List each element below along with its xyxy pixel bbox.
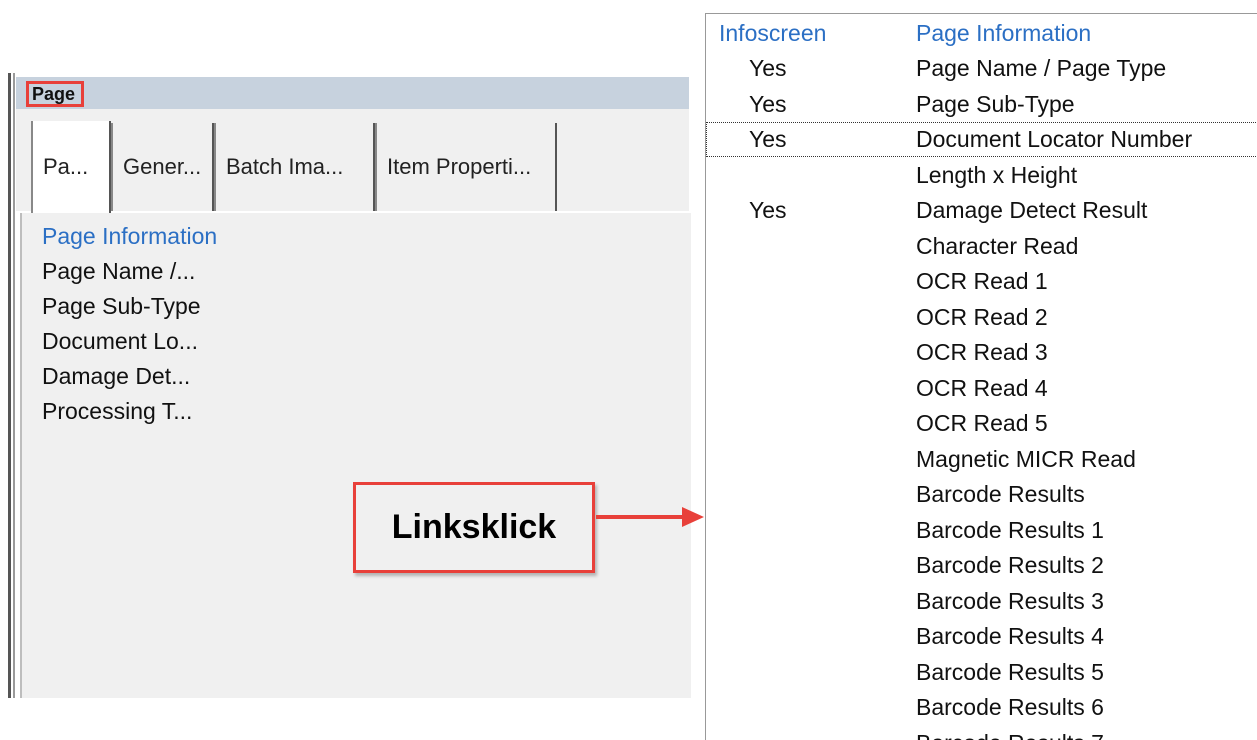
- panel-border-inner: [13, 73, 15, 698]
- dropdown-row[interactable]: OCR Read 2: [706, 300, 1257, 335]
- page-info-field-name: Barcode Results 1: [916, 516, 1104, 543]
- dropdown-row[interactable]: Barcode Results 2: [706, 548, 1257, 583]
- page-info-field-name: Length x Height: [916, 161, 1078, 188]
- page-info-field-name: OCR Read 2: [916, 303, 1048, 330]
- dropdown-row[interactable]: OCR Read 1: [706, 264, 1257, 299]
- page-info-field-name: Barcode Results 6: [916, 694, 1104, 720]
- page-info-field-name: Page Name / Page Type: [916, 55, 1167, 81]
- page-info-field-name: Barcode Results 7: [916, 726, 1104, 740]
- page-info-field-name: OCR Read 1: [916, 268, 1048, 294]
- arrow-right-icon: [596, 507, 704, 527]
- tab-batch-image[interactable]: Batch Ima...: [214, 123, 375, 211]
- dropdown-row[interactable]: Barcode Results 3: [706, 584, 1257, 619]
- page-info-field-name: Document Locator Number: [916, 126, 1193, 152]
- dropdown-row[interactable]: Yes Damage Detect Result: [706, 193, 1257, 228]
- dropdown-row[interactable]: Character Read: [706, 229, 1257, 264]
- list-item[interactable]: Page Name /...: [42, 254, 217, 289]
- page-information-header[interactable]: Page Information: [42, 219, 217, 254]
- dropdown-row[interactable]: OCR Read 4: [706, 371, 1257, 406]
- page-info-field-name: Barcode Results 4: [916, 623, 1104, 649]
- dropdown-row[interactable]: Barcode Results 4: [706, 619, 1257, 654]
- page-information-dropdown[interactable]: Infoscreen Page Information Yes Page Name…: [705, 13, 1257, 740]
- tab-page[interactable]: Pa...: [31, 121, 111, 213]
- page-info-field-name: Barcode Results 3: [916, 587, 1104, 614]
- page-info-field-name: Magnetic MICR Read: [916, 445, 1136, 472]
- dropdown-row[interactable]: Length x Height: [706, 158, 1257, 193]
- infoscreen-flag: Yes: [749, 126, 787, 152]
- dropdown-row[interactable]: Magnetic MICR Read: [706, 442, 1257, 477]
- dropdown-row[interactable]: Barcode Results 6: [706, 690, 1257, 725]
- page-info-field-name: Barcode Results 2: [916, 552, 1104, 578]
- panel-border: [8, 73, 11, 698]
- page-info-field-name: OCR Read 5: [916, 410, 1048, 436]
- dropdown-row[interactable]: Yes Document Locator Number: [706, 122, 1257, 157]
- dropdown-row[interactable]: OCR Read 3: [706, 335, 1257, 370]
- list-item[interactable]: Page Sub-Type: [42, 289, 217, 324]
- dropdown-row[interactable]: Barcode Results 1: [706, 513, 1257, 548]
- dropdown-row[interactable]: Yes Page Sub-Type: [706, 87, 1257, 122]
- list-item[interactable]: Processing T...: [42, 394, 217, 429]
- page-info-field-name: Damage Detect Result: [916, 197, 1148, 223]
- infoscreen-column-header[interactable]: Infoscreen: [719, 16, 826, 51]
- infoscreen-flag: Yes: [749, 55, 787, 81]
- list-item[interactable]: Damage Det...: [42, 359, 217, 394]
- page-information-column-header[interactable]: Page Information: [916, 16, 1091, 51]
- page-info-field-name: OCR Read 4: [916, 374, 1048, 401]
- dropdown-row[interactable]: Barcode Results 5: [706, 655, 1257, 690]
- tab-item-properties[interactable]: Item Properti...: [375, 123, 557, 211]
- dropdown-header-row: Infoscreen Page Information: [706, 16, 1257, 51]
- dropdown-row[interactable]: OCR Read 5: [706, 406, 1257, 441]
- dropdown-row[interactable]: Barcode Results: [706, 477, 1257, 512]
- page-header-label[interactable]: Page: [26, 81, 84, 107]
- page-info-field-name: OCR Read 3: [916, 339, 1048, 365]
- page-section-header[interactable]: Page: [16, 77, 689, 109]
- infoscreen-flag: Yes: [749, 90, 787, 117]
- tab-strip: Pa... Gener... Batch Ima... Item Propert…: [16, 109, 689, 213]
- page-info-field-name: Character Read: [916, 232, 1079, 259]
- linksklick-callout: Linksklick: [353, 482, 595, 573]
- page-info-field-name: Barcode Results 5: [916, 658, 1104, 685]
- infoscreen-flag: Yes: [749, 197, 787, 223]
- dropdown-row[interactable]: Yes Page Name / Page Type: [706, 51, 1257, 86]
- list-item[interactable]: Document Lo...: [42, 324, 217, 359]
- page-properties-panel: Page Pa... Gener... Batch Ima... Item Pr…: [8, 73, 691, 698]
- dropdown-row[interactable]: Barcode Results 7: [706, 726, 1257, 740]
- tab-general[interactable]: Gener...: [111, 123, 214, 211]
- page-info-field-name: Barcode Results: [916, 481, 1085, 507]
- page-information-list: Page Information Page Name /... Page Sub…: [20, 213, 691, 698]
- page-info-field-name: Page Sub-Type: [916, 90, 1075, 117]
